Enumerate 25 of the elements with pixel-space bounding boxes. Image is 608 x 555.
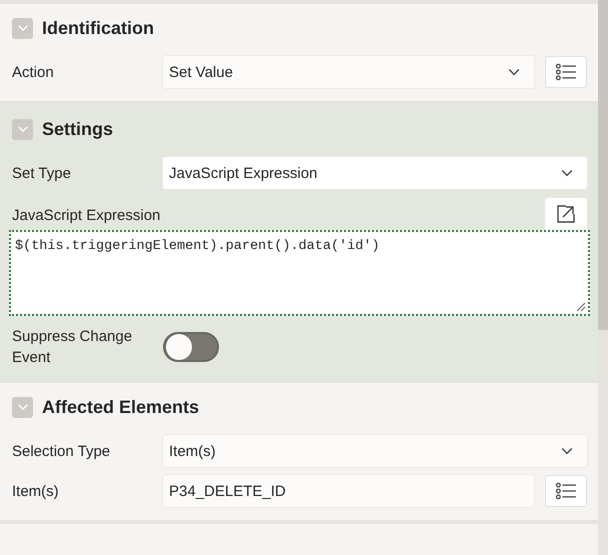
toggle-switch[interactable] xyxy=(163,332,219,362)
code-editor[interactable]: $(this.triggeringElement).parent().data('id') xyxy=(9,230,590,316)
field-label: Item(s) xyxy=(12,482,60,500)
collapse-toggle[interactable] xyxy=(12,18,33,38)
resize-grip-icon xyxy=(576,302,586,312)
text-field[interactable]: P34_DELETE_ID xyxy=(163,475,534,507)
field-label: Selection Type xyxy=(12,442,112,460)
field-label: Suppress Change Event xyxy=(12,327,134,368)
list-icon xyxy=(555,63,577,81)
select-field[interactable]: JavaScript Expression xyxy=(163,157,587,189)
select-field[interactable]: Set Value xyxy=(163,56,534,88)
collapse-toggle[interactable] xyxy=(12,118,33,140)
collapse-toggle[interactable] xyxy=(12,396,33,418)
field-label: Set Type xyxy=(12,164,72,182)
list-picker-button[interactable] xyxy=(545,475,587,507)
select-field[interactable]: Item(s) xyxy=(163,435,587,467)
section-title: Settings xyxy=(42,118,114,140)
expand-icon xyxy=(556,204,576,224)
list-icon xyxy=(555,482,577,500)
expand-button[interactable] xyxy=(545,198,587,230)
field-label: JavaScript Expression xyxy=(12,207,160,226)
field-label: Action xyxy=(12,64,55,80)
list-picker-button[interactable] xyxy=(545,56,587,88)
section-title: Affected Elements xyxy=(42,396,200,418)
section-title: Identification xyxy=(42,18,154,38)
